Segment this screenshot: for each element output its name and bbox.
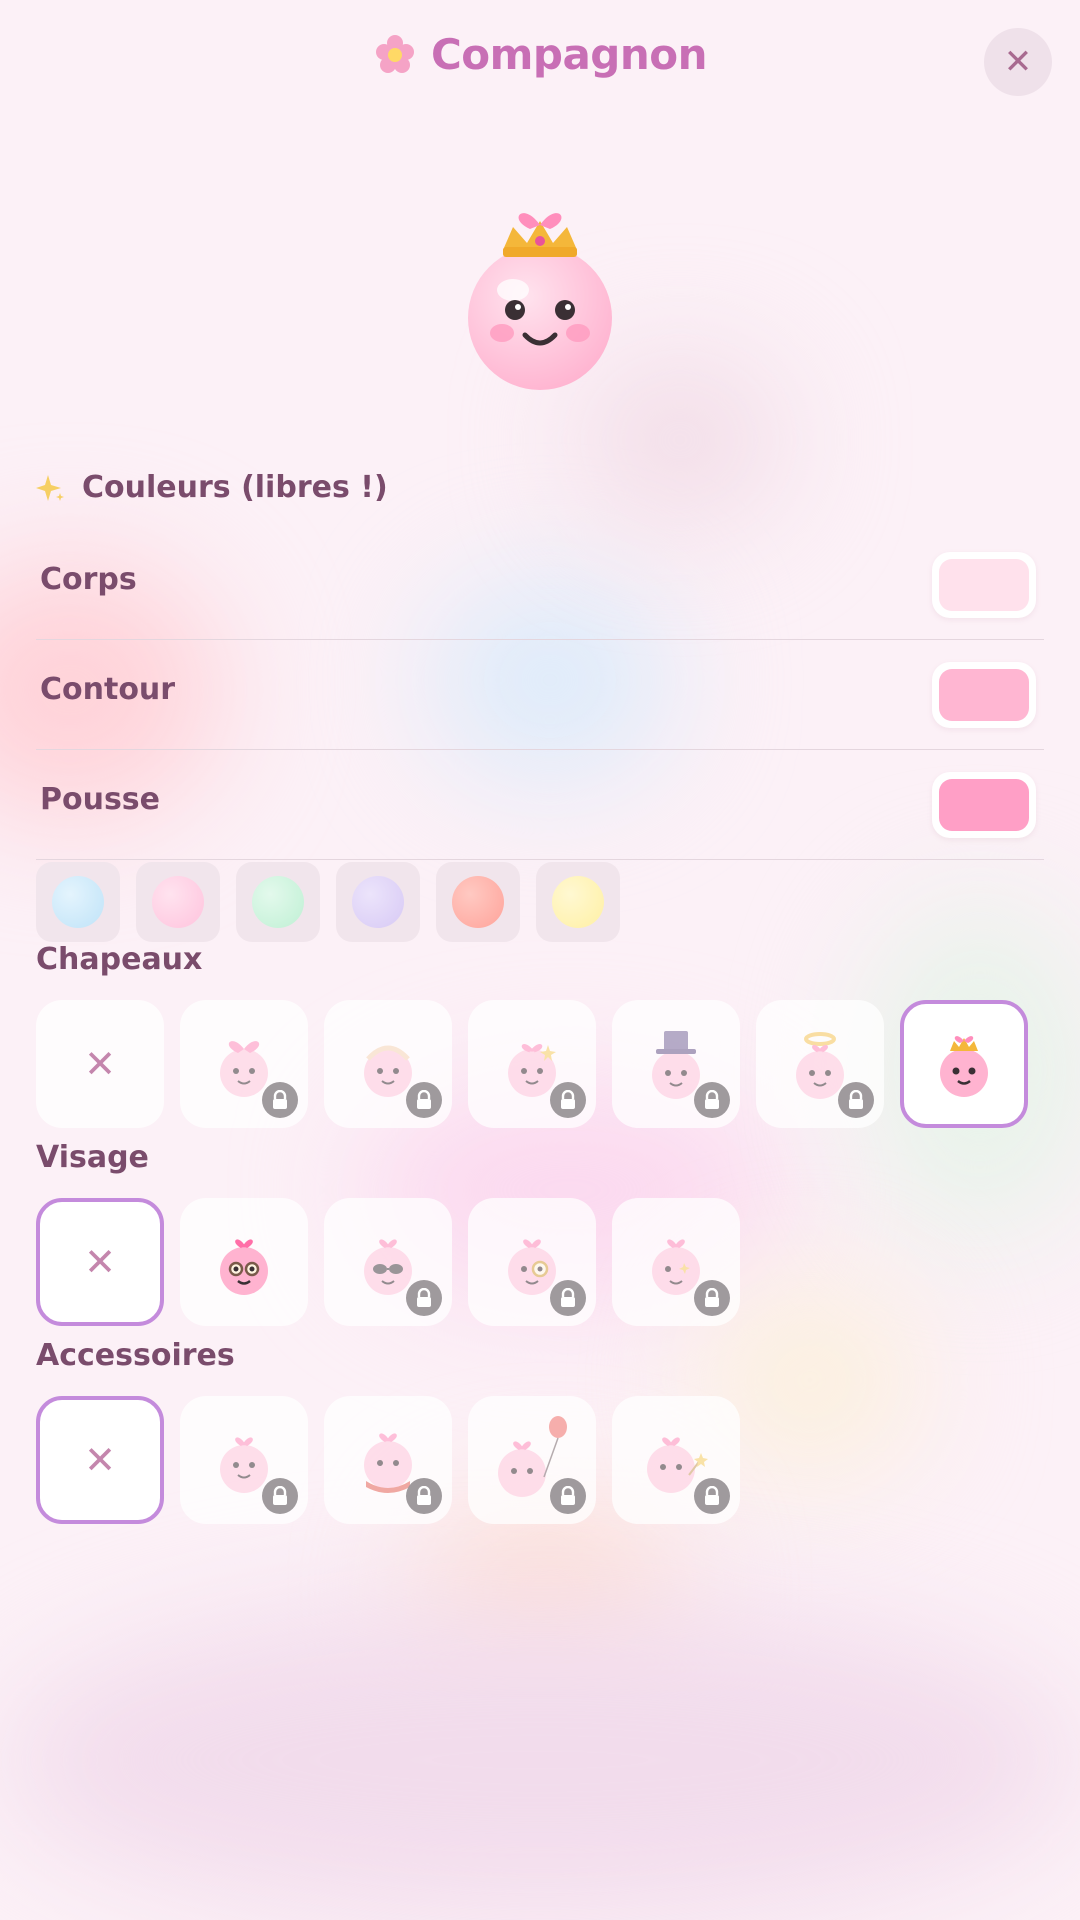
color-presets	[36, 862, 620, 942]
lock-icon	[550, 1478, 586, 1514]
lock-icon	[694, 1478, 730, 1514]
hat-top-hat-option[interactable]	[612, 1000, 740, 1128]
face-monocle-option[interactable]	[468, 1198, 596, 1326]
accessory-none-option[interactable]: ✕	[36, 1396, 164, 1524]
accessories-title: Accessoires	[36, 1338, 235, 1373]
lock-icon	[262, 1478, 298, 1514]
accessory-balloon-option[interactable]	[468, 1396, 596, 1524]
hat-crown-option[interactable]	[900, 1000, 1028, 1128]
lock-icon	[694, 1280, 730, 1316]
none-icon: ✕	[84, 1042, 116, 1086]
accessory-wand-option[interactable]	[612, 1396, 740, 1524]
sparkle-icon	[36, 474, 64, 501]
face-title: Visage	[36, 1140, 149, 1175]
hats-title: Chapeaux	[36, 942, 203, 977]
preset-dot	[552, 876, 604, 928]
header: Compagnon ✕	[0, 0, 1080, 125]
color-row-body: Corps	[36, 530, 1044, 640]
preset-dot	[452, 876, 504, 928]
colors-section-header: Couleurs (libres !)	[36, 470, 388, 505]
preset-color-button[interactable]	[436, 862, 520, 942]
hat-bow-option[interactable]	[180, 1000, 308, 1128]
preset-color-button[interactable]	[36, 862, 120, 942]
accessories-grid: ✕	[36, 1396, 740, 1524]
none-icon: ✕	[84, 1438, 116, 1482]
face-grid: ✕	[36, 1198, 740, 1326]
lock-icon	[550, 1082, 586, 1118]
none-icon: ✕	[84, 1240, 116, 1284]
avatar-preview	[455, 195, 625, 405]
preset-dot	[352, 876, 404, 928]
preset-dot	[52, 876, 104, 928]
accessory-scarf-option[interactable]	[324, 1396, 452, 1524]
hat-headband-option[interactable]	[324, 1000, 452, 1128]
accessory-bow-tie-option[interactable]	[180, 1396, 308, 1524]
outline-color-picker[interactable]	[932, 662, 1036, 728]
lock-icon	[406, 1082, 442, 1118]
color-row-label: Contour	[40, 672, 176, 707]
face-round-glasses-option[interactable]	[180, 1198, 308, 1326]
title-wrap: Compagnon	[0, 30, 1080, 79]
preset-color-button[interactable]	[336, 862, 420, 942]
hat-halo-option[interactable]	[756, 1000, 884, 1128]
lock-icon	[406, 1280, 442, 1316]
round-glasses-icon	[220, 1239, 268, 1295]
color-row-label: Corps	[40, 562, 137, 597]
preset-color-button[interactable]	[136, 862, 220, 942]
color-row-outline: Contour	[36, 640, 1044, 750]
hat-star-clip-option[interactable]	[468, 1000, 596, 1128]
hat-none-option[interactable]: ✕	[36, 1000, 164, 1128]
lock-icon	[406, 1478, 442, 1514]
lock-icon	[550, 1280, 586, 1316]
colors-section-title: Couleurs (libres !)	[82, 470, 388, 505]
preset-dot	[152, 876, 204, 928]
color-swatch	[939, 669, 1029, 721]
hats-grid: ✕	[36, 1000, 1028, 1128]
preset-dot	[252, 876, 304, 928]
lock-icon	[838, 1082, 874, 1118]
close-button[interactable]: ✕	[984, 28, 1052, 96]
face-sunglasses-option[interactable]	[324, 1198, 452, 1326]
lock-icon	[694, 1082, 730, 1118]
page-title: Compagnon	[430, 30, 708, 79]
face-none-option[interactable]: ✕	[36, 1198, 164, 1326]
preset-color-button[interactable]	[236, 862, 320, 942]
color-row-sprout: Pousse	[36, 750, 1044, 860]
flower-icon	[375, 34, 414, 73]
lock-icon	[262, 1082, 298, 1118]
color-swatch	[939, 779, 1029, 831]
face-star-eye-option[interactable]	[612, 1198, 740, 1326]
companion-avatar	[468, 213, 612, 390]
preset-color-button[interactable]	[536, 862, 620, 942]
crown-hat-icon	[940, 1036, 988, 1097]
color-swatch	[939, 559, 1029, 611]
sprout-color-picker[interactable]	[932, 772, 1036, 838]
body-color-picker[interactable]	[932, 552, 1036, 618]
color-row-label: Pousse	[40, 782, 161, 817]
